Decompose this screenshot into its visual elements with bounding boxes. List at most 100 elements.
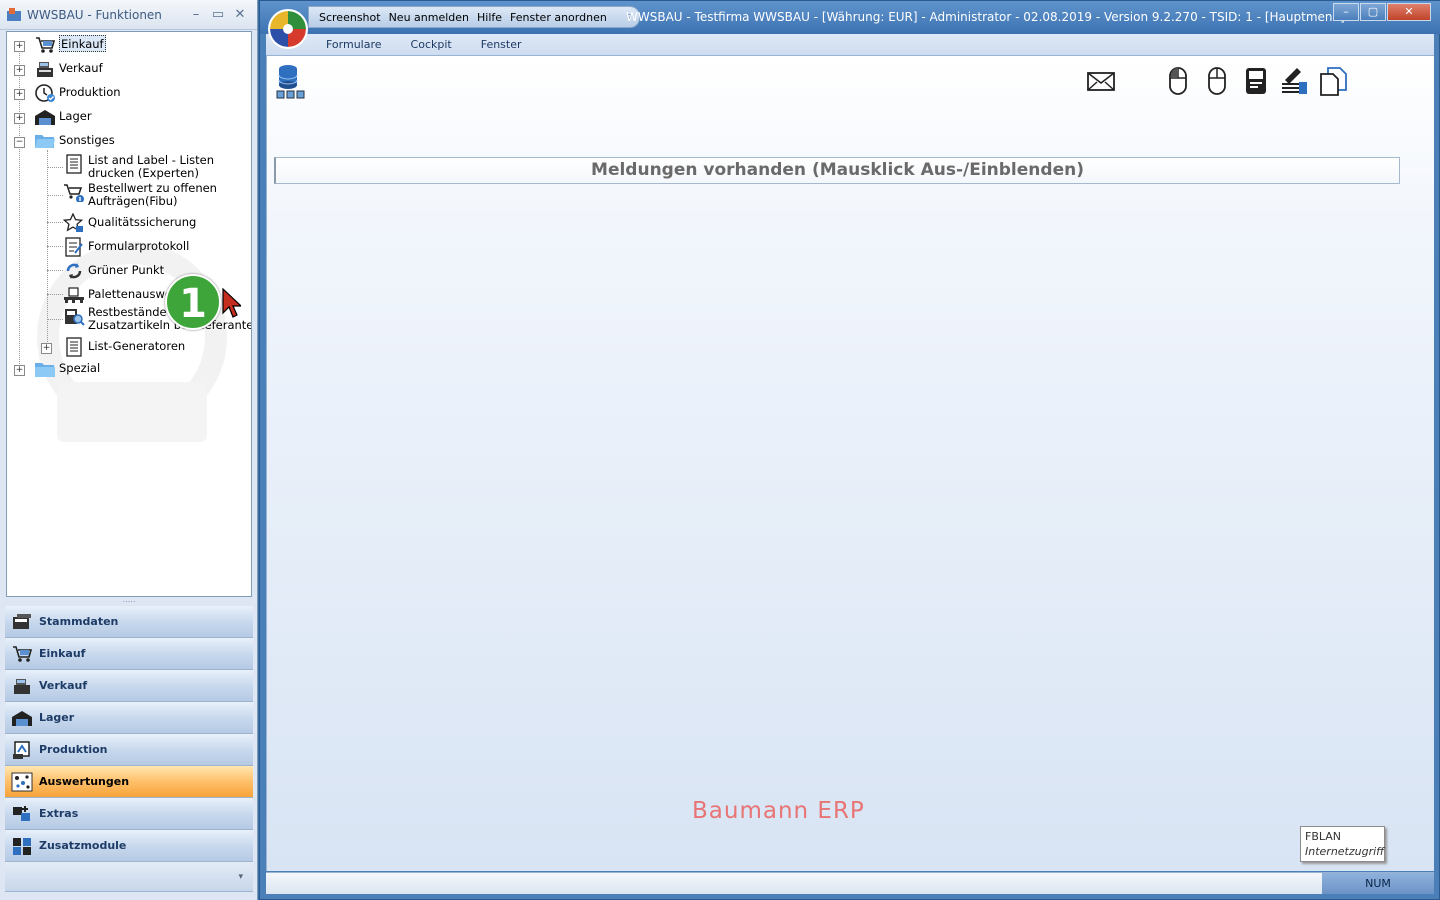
navigation-pane: Stammdaten Einkauf Verkauf Lager Produkt… [5,606,253,892]
nav-overflow-button[interactable]: ▾ [5,862,253,892]
status-bar: NUM [266,872,1434,894]
nav-button-zusatzmodule[interactable]: Zusatzmodule [5,830,253,862]
tree-item-spezial[interactable]: + Spezial [14,359,100,379]
function-tree[interactable]: + Einkauf + Verkauf + Produktion + Lager… [6,31,252,597]
restore-button[interactable]: ▭ [207,7,229,22]
nav-button-produktion[interactable]: Produktion [5,734,253,766]
arrange-windows-button[interactable]: Fenster anordnen [510,11,607,24]
warehouse-icon [12,710,32,726]
watermark-base [57,382,207,442]
tree-label: List-Generatoren [88,339,186,353]
collapse-icon[interactable]: − [14,137,25,148]
tree-item-produktion[interactable]: + Produktion [14,83,121,103]
tree-label-line2: Zusatzartikeln bei Lieferanten [88,318,252,332]
mail-icon[interactable] [1086,66,1116,96]
nav-label: Lager [39,711,75,724]
stock-search-icon [65,309,85,326]
mouse-left-icon[interactable] [1163,66,1193,96]
shopping-cart-icon [13,645,33,662]
main-window-caption: WWSBAU - Testfirma WWSBAU - [Währung: EU… [626,10,1345,24]
nav-button-lager[interactable]: Lager [5,702,253,734]
cash-register-icon [37,62,53,77]
mouse-right-icon[interactable] [1202,66,1232,96]
menu-cockpit[interactable]: Cockpit [411,38,452,51]
nav-button-stammdaten[interactable]: Stammdaten [5,606,253,638]
nav-label: Einkauf [39,647,86,660]
warehouse-icon [35,110,55,125]
app-logo-icon[interactable] [268,9,308,49]
tree-label: Einkauf [59,35,106,52]
logo-quadrants [270,11,306,47]
app-icon [7,7,21,21]
functions-window-titlebar[interactable]: WWSBAU - Funktionen – ▭ ✕ [0,0,257,30]
nav-label: Extras [39,807,79,820]
tree-item-bestellwert[interactable]: Bestellwert zu offenen Aufträgen(Fibu) [63,182,217,208]
tree-label: Grüner Punkt [88,263,165,277]
cash-register-icon [14,678,30,694]
folder-open-icon [35,135,55,148]
expand-icon[interactable]: + [14,89,25,100]
expand-icon[interactable]: + [14,113,25,124]
tree-item-list-generatoren[interactable]: + List-Generatoren [41,337,185,357]
expand-icon[interactable]: + [41,343,52,354]
pallet-icon [64,287,84,303]
terminal-device-icon[interactable] [1241,66,1271,96]
tree-item-einkauf[interactable]: + Einkauf [14,35,106,55]
num-lock-indicator: NUM [1322,873,1434,894]
expand-icon[interactable]: + [14,365,25,376]
puzzle-icon [13,805,30,821]
nav-button-einkauf[interactable]: Einkauf [5,638,253,670]
tree-item-sonstiges[interactable]: − Sonstiges [14,131,115,151]
main-maximize-button[interactable]: ▢ [1360,3,1386,21]
close-button[interactable]: ✕ [229,7,251,22]
messages-banner[interactable]: Meldungen vorhanden (Mausklick Aus-/Einb… [274,157,1400,184]
nav-label: Stammdaten [39,615,119,628]
tree-item-list-and-label[interactable]: List and Label - Listen drucken (Experte… [63,154,214,180]
fblan-tooltip: FBLAN Internetzugriff [1300,826,1385,862]
network-edit-icon[interactable] [1279,66,1309,96]
nav-button-verkauf[interactable]: Verkauf [5,670,253,702]
copy-documents-icon[interactable] [1318,66,1348,96]
menu-bar: Formulare Cockpit Fenster [266,34,1434,56]
relogin-button[interactable]: Neu anmelden [389,11,469,24]
panel-splitter[interactable]: ..... [6,596,252,605]
analytics-dots-icon [11,772,33,791]
production-clock-icon [35,84,55,102]
expand-icon[interactable]: + [14,41,25,52]
modules-icon [13,837,31,855]
tree-label: Sonstiges [59,133,115,147]
main-client-area: Meldungen vorhanden (Mausklick Aus-/Einb… [266,56,1434,871]
tree-item-lager[interactable]: + Lager [14,107,92,127]
production-icon [13,740,30,759]
help-button[interactable]: Hilfe [477,11,502,24]
minimize-button[interactable]: – [185,7,207,22]
database-network-icon[interactable] [276,64,306,100]
main-close-button[interactable]: ✕ [1387,3,1431,21]
tree-label-line1: List and Label - Listen [88,153,215,167]
main-window: Screenshot Neu anmelden Hilfe Fenster an… [259,0,1440,900]
menu-fenster[interactable]: Fenster [481,38,522,51]
step-callout-badge: 1 [165,274,221,330]
main-window-titlebar[interactable]: Screenshot Neu anmelden Hilfe Fenster an… [260,1,1440,49]
nav-label: Auswertungen [39,775,130,788]
tooltip-title: FBLAN [1305,830,1342,843]
nav-button-extras[interactable]: Extras [5,798,253,830]
expand-icon[interactable]: + [14,65,25,76]
nav-label: Verkauf [39,679,88,692]
functions-window: WWSBAU - Funktionen – ▭ ✕ + Einkauf + Ve… [0,0,258,900]
recycle-icon [66,263,82,279]
functions-window-title: WWSBAU - Funktionen [27,7,162,22]
nav-button-auswertungen[interactable]: Auswertungen [5,766,253,798]
cart-info-icon [64,184,84,202]
tree-item-verkauf[interactable]: + Verkauf [14,59,103,79]
tree-item-formularprotokoll[interactable]: Formularprotokoll [63,237,189,257]
document-list-icon [66,154,82,174]
screenshot-button[interactable]: Screenshot [319,11,381,24]
menu-formulare[interactable]: Formulare [326,38,382,51]
tree-label-line1: Bestellwert zu offenen [88,181,217,195]
tree-label: Verkauf [59,61,103,75]
tree-item-qualitaetssicherung[interactable]: Qualitätssicherung [63,213,196,233]
tree-item-gruener-punkt[interactable]: Grüner Punkt [63,261,164,281]
main-minimize-button[interactable]: – [1333,3,1359,21]
brand-watermark: Baumann ERP [692,798,865,824]
